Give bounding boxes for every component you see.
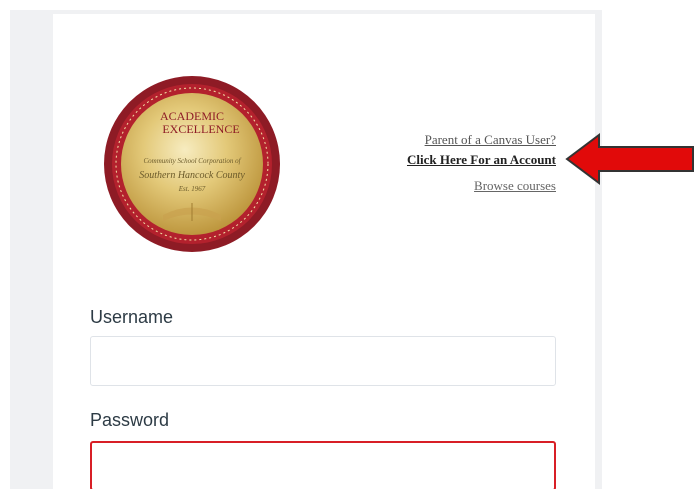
svg-text:ACADEMIC: ACADEMIC [160,109,224,123]
password-input[interactable] [90,441,556,489]
password-label: Password [90,410,170,430]
login-page: ACADEMIC EXCELLENCE Community School Cor… [0,0,694,489]
click-here-account-link[interactable]: Click Here For an Account [407,150,556,170]
svg-text:EXCELLENCE: EXCELLENCE [162,122,239,136]
browse-courses-link[interactable]: Browse courses [407,176,556,196]
school-logo: ACADEMIC EXCELLENCE Community School Cor… [103,75,281,253]
svg-text:Est. 1967: Est. 1967 [178,185,206,193]
username-input[interactable] [90,336,556,386]
svg-text:Southern Hancock County: Southern Hancock County [139,170,245,181]
login-links: Parent of a Canvas User? Click Here For … [407,130,556,196]
svg-text:Community School Corporation o: Community School Corporation of [143,157,241,165]
annotation-arrow-icon [565,133,694,185]
username-label: Username [90,307,174,327]
parent-account-link[interactable]: Parent of a Canvas User? [407,130,556,150]
